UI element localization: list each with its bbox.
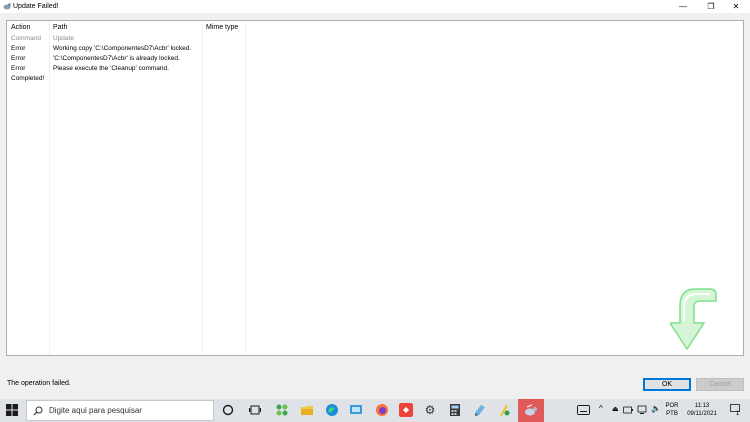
minimize-button[interactable]: — <box>669 0 697 13</box>
status-text: The operation failed. <box>7 380 71 387</box>
anydesk-icon[interactable] <box>399 403 413 417</box>
windows-start-icon[interactable] <box>6 404 18 416</box>
row-path: Working copy 'C:\ComponentesD7\Acbr' loc… <box>53 45 192 52</box>
language-indicator[interactable]: POR PTB <box>663 402 681 418</box>
remote-desktop-icon[interactable] <box>349 403 363 417</box>
language-top: POR <box>665 403 679 409</box>
column-divider[interactable] <box>202 21 203 355</box>
taskbar-search-box[interactable]: Digite aqui para pesquisar <box>26 400 214 421</box>
search-placeholder: Digite aqui para pesquisar <box>49 406 142 415</box>
row-action: Error <box>11 65 26 72</box>
column-header-path[interactable]: Path <box>53 23 67 33</box>
tortoise-svn-icon <box>525 404 537 416</box>
column-header-action[interactable]: Action <box>11 23 30 33</box>
tortoise-app-icon <box>3 3 11 10</box>
edge-icon[interactable] <box>325 403 339 417</box>
close-button[interactable]: ✕ <box>722 0 750 13</box>
settings-icon[interactable]: ⚙ <box>423 403 437 417</box>
taskbar: Digite aqui para pesquisar ⚙ ^ ⏏ 🔈 POR P… <box>0 399 750 422</box>
row-path: 'C:\ComponentesD7\Acbr' is already locke… <box>53 55 180 62</box>
clock-date: 09/11/2021 <box>687 411 717 417</box>
chevron-up-icon[interactable]: ^ <box>599 405 603 413</box>
window-title: Update Failed! <box>13 3 59 10</box>
column-divider[interactable] <box>245 21 246 355</box>
app-icon[interactable] <box>473 403 487 417</box>
notification-count: 1 <box>736 411 740 417</box>
cortana-icon[interactable] <box>221 403 235 417</box>
results-list[interactable]: Action Path Mime type Command Update Err… <box>6 20 744 356</box>
network-icon[interactable] <box>637 405 647 415</box>
row-action: Error <box>11 55 26 62</box>
row-action: Error <box>11 45 26 52</box>
firefox-icon[interactable] <box>375 403 389 417</box>
row-action: Completed! <box>11 75 45 82</box>
task-view-icon[interactable] <box>248 403 262 417</box>
clock-time: 11:13 <box>694 403 710 409</box>
row-path: Update <box>53 35 74 42</box>
paint-icon[interactable] <box>497 403 511 417</box>
volume-muted-icon[interactable]: 🔈 <box>651 405 661 413</box>
row-path: Please execute the 'Cleanup' command. <box>53 65 169 72</box>
notification-center[interactable]: 1 <box>728 404 742 417</box>
battery-icon[interactable] <box>623 406 633 414</box>
clock[interactable]: 11:13 09/11/2021 <box>683 402 721 418</box>
row-action: Command <box>11 35 41 42</box>
usb-device-icon[interactable]: ⏏ <box>612 406 619 414</box>
maximize-button[interactable]: ❐ <box>697 0 725 13</box>
search-icon <box>33 406 43 416</box>
cancel-button: Cancel <box>696 378 744 391</box>
language-bottom: PTB <box>666 411 678 417</box>
file-explorer-icon[interactable] <box>300 403 314 417</box>
column-header-mime-type[interactable]: Mime type <box>206 23 238 33</box>
widgets-icon[interactable] <box>275 403 289 417</box>
calculator-icon[interactable] <box>448 403 462 417</box>
keyboard-icon[interactable] <box>577 405 590 415</box>
tortoise-svn-taskbar-button[interactable] <box>518 399 544 422</box>
column-divider[interactable] <box>49 21 50 355</box>
title-bar: Update Failed! — ❐ ✕ <box>0 0 750 13</box>
update-arrow-icon <box>670 288 717 351</box>
ok-button[interactable]: OK <box>643 378 691 391</box>
